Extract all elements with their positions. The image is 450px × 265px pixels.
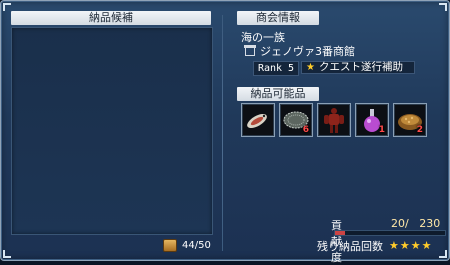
corner-ornament — [3, 3, 11, 11]
quest-assist-label: クエスト遂行補助 — [318, 61, 403, 73]
shop-icon — [244, 44, 256, 56]
deliverable-items: 6 1 2 — [241, 103, 427, 137]
contribution-current: 20/ — [391, 217, 409, 230]
fish-icon — [247, 114, 267, 128]
contribution-max: 230 — [419, 217, 441, 230]
red-armor-icon — [324, 108, 344, 133]
item-quantity: 6 — [302, 125, 309, 135]
guild-delivery-window: 納品候補 44/50 商会情報 海の一族 ジェノヴァ3番商館 Rank 5 ★ … — [0, 0, 450, 264]
corner-ornament — [439, 250, 447, 258]
contribution-value: 20/ 230 — [391, 217, 440, 230]
remaining-label: 残り納品回数 — [317, 239, 383, 253]
corner-ornament — [3, 250, 11, 258]
capacity-indicator: 44/50 — [163, 237, 211, 253]
star-badge-icon: ★ — [306, 62, 315, 73]
item-slot-armor[interactable] — [317, 103, 351, 137]
candidates-list[interactable] — [11, 27, 213, 235]
rank-badge: Rank 5 — [253, 61, 299, 76]
capacity-value: 44/50 — [182, 239, 211, 251]
panel-divider — [222, 15, 223, 251]
item-quantity: 1 — [378, 125, 385, 135]
quest-assist-badge[interactable]: ★ クエスト遂行補助 — [301, 61, 415, 74]
corner-ornament — [439, 3, 447, 11]
item-slot-net[interactable]: 6 — [279, 103, 313, 137]
deliverables-header: 納品可能品 — [237, 87, 319, 101]
contribution-bar — [334, 230, 446, 236]
item-slot-potion[interactable]: 1 — [355, 103, 389, 137]
item-slot-grain[interactable]: 2 — [393, 103, 427, 137]
item-quantity: 2 — [416, 125, 423, 135]
contribution-bar-fill — [335, 231, 345, 235]
shop-name: ジェノヴァ3番商館 — [260, 45, 355, 58]
shop-row: ジェノヴァ3番商館 — [244, 44, 355, 58]
candidates-header: 納品候補 — [11, 11, 211, 25]
guild-info-header: 商会情報 — [237, 11, 319, 25]
remaining-deliveries: 残り納品回数 ★★★★ — [317, 239, 433, 253]
item-slot-fish[interactable] — [241, 103, 275, 137]
treasure-box-icon — [163, 238, 177, 252]
remaining-stars: ★★★★ — [389, 239, 433, 252]
